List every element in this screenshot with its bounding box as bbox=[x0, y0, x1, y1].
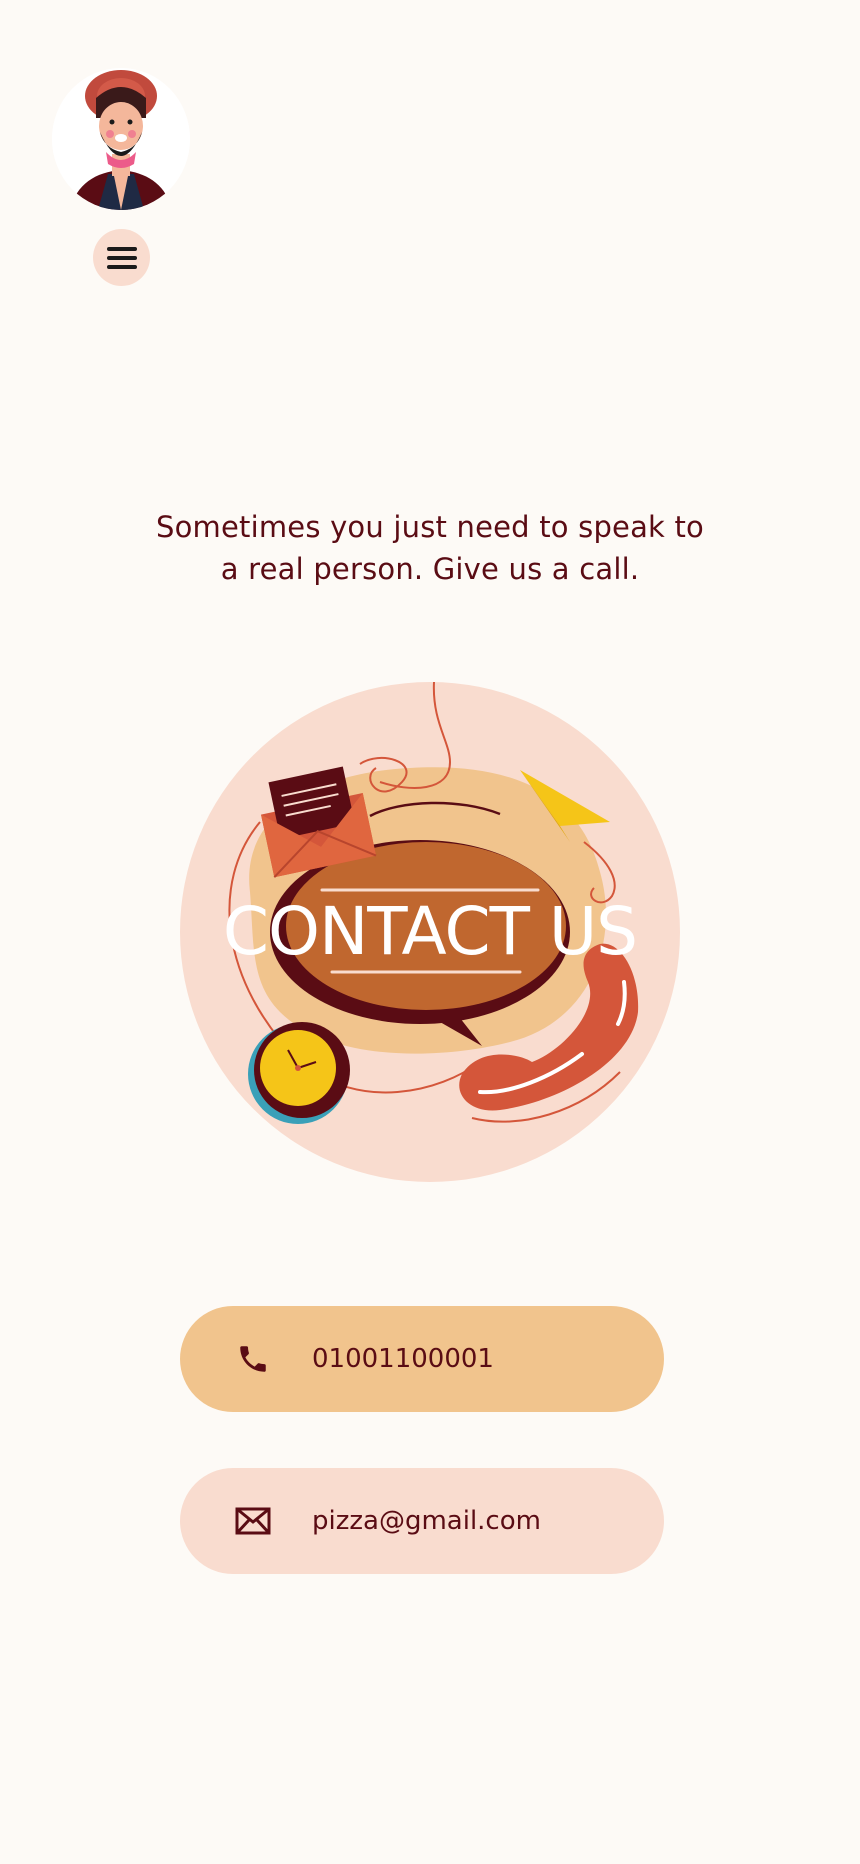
phone-number: 01001100001 bbox=[312, 1344, 494, 1374]
phone-icon bbox=[233, 1339, 273, 1379]
tagline: Sometimes you just need to speak to a re… bbox=[130, 506, 730, 590]
mail-icon bbox=[233, 1501, 273, 1541]
tagline-line-2: a real person. Give us a call. bbox=[220, 552, 640, 586]
hero-title: CONTACT US bbox=[222, 893, 638, 970]
tagline-line-1: Sometimes you just need to speak to bbox=[155, 510, 704, 544]
hamburger-menu-icon bbox=[106, 246, 137, 269]
email-address: pizza@gmail.com bbox=[312, 1506, 541, 1536]
bearded-man-avatar-icon bbox=[52, 68, 190, 210]
contact-page: Sometimes you just need to speak to a re… bbox=[0, 0, 860, 1864]
avatar[interactable] bbox=[52, 68, 190, 210]
phone-contact-button[interactable]: 01001100001 bbox=[180, 1306, 664, 1412]
menu-button[interactable] bbox=[93, 229, 150, 286]
contact-illustration: CONTACT US bbox=[180, 682, 680, 1182]
email-contact-button[interactable]: pizza@gmail.com bbox=[180, 1468, 664, 1574]
